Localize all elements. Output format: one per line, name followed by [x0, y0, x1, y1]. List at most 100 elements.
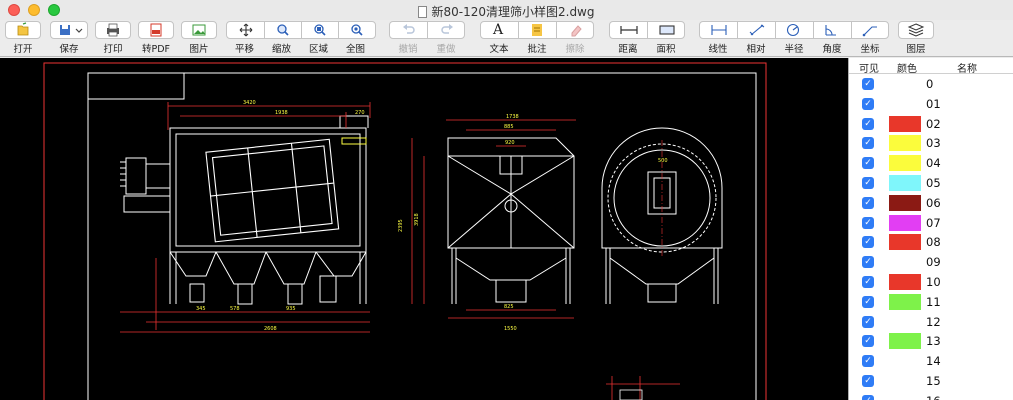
layer-visible-checkbox[interactable]: ✓	[862, 355, 874, 368]
layer-visible-checkbox[interactable]: ✓	[862, 157, 874, 170]
dim-side-overall: 1738	[506, 114, 519, 120]
layer-row[interactable]: ✓ 09	[849, 252, 1013, 272]
layer-color-swatch[interactable]	[889, 273, 921, 290]
layer-row[interactable]: ✓ 04	[849, 153, 1013, 173]
title-block-corner	[87, 72, 185, 100]
dim-front-a: 345	[196, 306, 206, 312]
layer-row[interactable]: ✓ 03	[849, 133, 1013, 153]
layer-row[interactable]: ✓ 16	[849, 391, 1013, 400]
printer-icon	[107, 23, 119, 37]
region-button[interactable]: 区域	[300, 41, 337, 55]
layer-row[interactable]: ✓ 01	[849, 94, 1013, 114]
layer-visible-checkbox[interactable]: ✓	[862, 315, 874, 328]
drawing-canvas[interactable]: 3420 1938 270 345 578 935 2608 1738 885	[0, 58, 848, 400]
layer-color-swatch[interactable]	[889, 135, 921, 152]
layer-row[interactable]: ✓ 11	[849, 292, 1013, 312]
layer-name: 02	[926, 116, 941, 131]
to-pdf-button[interactable]: 转PDF	[136, 21, 176, 55]
layer-visible-checkbox[interactable]: ✓	[862, 78, 874, 90]
layer-row[interactable]: ✓ 07	[849, 213, 1013, 233]
linear-button[interactable]: 线性	[699, 41, 737, 55]
text-button[interactable]: 文本	[480, 41, 518, 55]
layer-color-swatch[interactable]	[889, 234, 921, 251]
layer-visible-checkbox[interactable]: ✓	[862, 176, 874, 189]
layer-row[interactable]: ✓ 10	[849, 272, 1013, 292]
layer-row[interactable]: ✓ 13	[849, 331, 1013, 351]
save-button[interactable]: 保存	[49, 21, 89, 55]
layer-visible-checkbox[interactable]: ✓	[862, 97, 874, 110]
layer-visible-checkbox[interactable]: ✓	[862, 236, 874, 249]
layer-color-swatch[interactable]	[889, 214, 921, 231]
layer-row[interactable]: ✓ 02	[849, 114, 1013, 134]
layer-color-swatch[interactable]	[889, 155, 921, 172]
layer-color-swatch[interactable]	[889, 194, 921, 211]
undo-icon	[403, 24, 415, 34]
layer-color-swatch[interactable]	[889, 115, 921, 132]
layer-visible-checkbox[interactable]: ✓	[862, 196, 874, 209]
outer-frame	[43, 62, 767, 400]
layer-row[interactable]: ✓ 08	[849, 232, 1013, 252]
erase-button[interactable]: 擦除	[556, 41, 594, 55]
zoom-magnifier-icon	[277, 24, 289, 36]
layer-visible-checkbox[interactable]: ✓	[862, 394, 874, 400]
layer-visible-checkbox[interactable]: ✓	[862, 374, 874, 387]
linear-dimension-icon	[711, 25, 727, 35]
image-export-button[interactable]: 图片	[179, 21, 219, 55]
region-zoom-icon	[314, 24, 326, 36]
layer-name: 16	[926, 394, 941, 400]
image-icon	[192, 24, 206, 36]
coordinate-icon	[862, 26, 877, 37]
eraser-icon	[571, 25, 582, 37]
layer-row[interactable]: ✓ 15	[849, 371, 1013, 391]
layer-color-swatch[interactable]	[889, 174, 921, 191]
inner-frame	[87, 72, 757, 400]
cad-drawing: 3420 1938 270 345 578 935 2608 1738 885	[43, 62, 767, 400]
region-label: 区域	[308, 44, 328, 55]
layer-visible-checkbox[interactable]: ✓	[862, 275, 874, 288]
layer-visible-checkbox[interactable]: ✓	[862, 117, 874, 130]
layers-button[interactable]: 图层	[896, 21, 936, 55]
layer-name: 03	[926, 136, 941, 151]
layer-visible-checkbox[interactable]: ✓	[862, 137, 874, 150]
window-title-text: 新80-120清理筛小样图2.dwg	[431, 5, 595, 19]
layer-color-swatch[interactable]	[889, 333, 921, 350]
layer-name: 12	[926, 314, 941, 329]
radius-button[interactable]: 半径	[775, 41, 813, 55]
full-view-button[interactable]: 全图	[337, 41, 374, 55]
area-button[interactable]: 面积	[647, 41, 685, 55]
text-label: 文本	[489, 44, 509, 55]
annotate-button[interactable]: 批注	[518, 41, 556, 55]
layer-row[interactable]: ✓ 05	[849, 173, 1013, 193]
dim-front-inlet: 270	[355, 110, 365, 116]
layer-row[interactable]: ✓ 14	[849, 351, 1013, 371]
dim-front-b: 578	[230, 306, 240, 312]
angle-button[interactable]: 角度	[813, 41, 851, 55]
aligned-button[interactable]: 相对	[737, 41, 775, 55]
layer-name: 09	[926, 255, 941, 270]
layer-visible-checkbox[interactable]: ✓	[862, 295, 874, 308]
layer-list: ✓ 0 ✓ 01 ✓ 02 ✓ 03 ✓ 04 ✓ 05 ✓ 06 ✓ 07 ✓ 08 ✓ 09 ✓ 10 ✓ 11 ✓ 12 ✓ 1…	[849, 74, 1013, 400]
layers-stack-icon	[907, 23, 925, 37]
layer-row[interactable]: ✓ 06	[849, 193, 1013, 213]
layer-visible-checkbox[interactable]: ✓	[862, 216, 874, 229]
layer-visible-checkbox[interactable]: ✓	[862, 256, 874, 269]
redo-button[interactable]: 重做	[427, 41, 465, 55]
layer-color-swatch[interactable]	[889, 293, 921, 310]
pan-button[interactable]: 平移	[226, 41, 263, 55]
angle-icon	[825, 25, 836, 36]
layer-row[interactable]: ✓ 0	[849, 74, 1013, 94]
coordinate-label: 坐标	[860, 44, 880, 55]
distance-button[interactable]: 距离	[609, 41, 647, 55]
layer-visible-checkbox[interactable]: ✓	[862, 335, 874, 348]
coordinate-button[interactable]: 坐标	[851, 41, 889, 55]
layer-name: 08	[926, 235, 941, 250]
open-button[interactable]: 打开	[3, 21, 43, 55]
pan-arrows-icon	[239, 23, 253, 37]
zoom-button[interactable]: 缩放	[263, 41, 300, 55]
undo-button[interactable]: 撤销	[389, 41, 427, 55]
dim-front-base: 2608	[264, 326, 277, 332]
print-button[interactable]: 打印	[93, 21, 133, 55]
layer-row[interactable]: ✓ 12	[849, 312, 1013, 332]
markup-group: A	[480, 21, 594, 39]
open-label: 打开	[13, 44, 33, 55]
